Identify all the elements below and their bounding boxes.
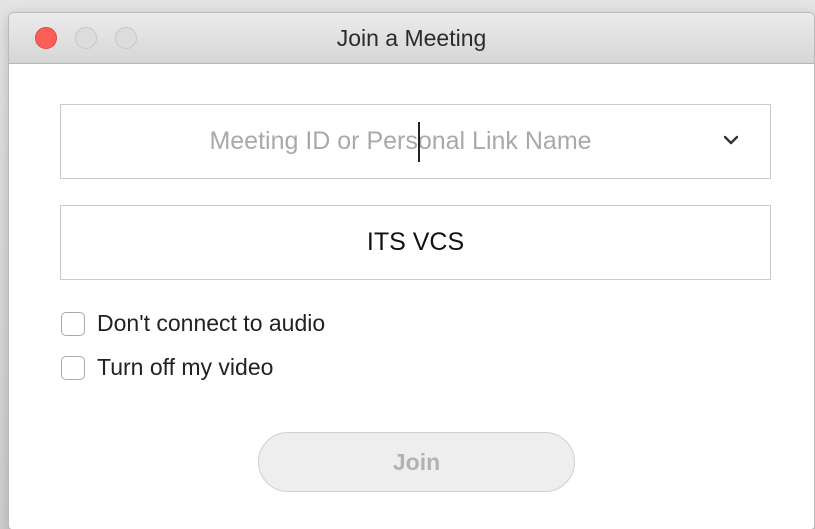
title-bar[interactable]: Join a Meeting: [9, 13, 814, 64]
desktop: Join a Meeting Meeting ID or Personal Li…: [0, 0, 815, 529]
join-meeting-window: Join a Meeting Meeting ID or Personal Li…: [8, 12, 815, 529]
turn-off-video-checkbox[interactable]: [61, 355, 85, 380]
join-button[interactable]: Join: [258, 432, 575, 492]
window-title: Join a Meeting: [336, 25, 487, 51]
meeting-id-placeholder: Meeting ID or Personal Link Name: [209, 127, 592, 155]
dont-connect-audio-checkbox[interactable]: [61, 311, 85, 336]
dont-connect-audio-option[interactable]: Don't connect to audio: [61, 310, 325, 337]
dont-connect-audio-label[interactable]: Don't connect to audio: [97, 310, 325, 337]
display-name-input[interactable]: ITS VCS: [60, 205, 771, 280]
display-name-value: ITS VCS: [366, 228, 465, 256]
turn-off-video-option[interactable]: Turn off my video: [61, 354, 273, 381]
turn-off-video-label[interactable]: Turn off my video: [97, 354, 273, 381]
meeting-id-input[interactable]: Meeting ID or Personal Link Name: [60, 104, 771, 179]
text-cursor: [418, 122, 420, 162]
chevron-down-icon[interactable]: [722, 131, 740, 149]
